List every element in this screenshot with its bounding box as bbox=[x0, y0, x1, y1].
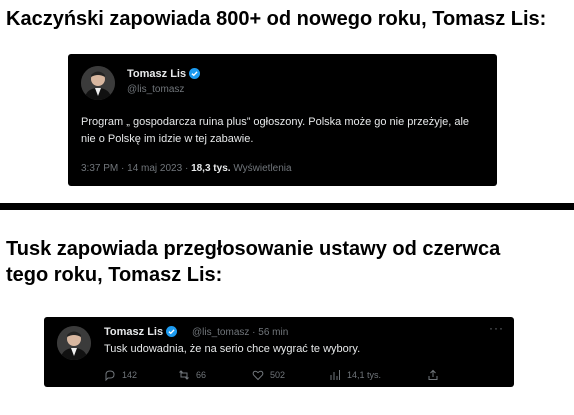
retweet-button[interactable]: 66 bbox=[178, 369, 206, 381]
divider bbox=[0, 203, 574, 210]
share-icon bbox=[428, 369, 438, 380]
views-count: 18,3 tys. bbox=[191, 163, 231, 174]
reply-icon bbox=[105, 370, 115, 381]
verified-badge-icon bbox=[189, 68, 201, 79]
author-name-text[interactable]: Tomasz Lis bbox=[127, 68, 186, 80]
avatar[interactable] bbox=[81, 66, 115, 100]
like-icon bbox=[252, 370, 264, 381]
tweet-text: Program „ gospodarcza ruina plus” ogłosz… bbox=[81, 116, 470, 145]
like-button[interactable]: 502 bbox=[252, 369, 285, 381]
tweet-time[interactable]: 3:37 PM · 14 maj 2023 · bbox=[81, 163, 188, 174]
more-options-button[interactable]: ··· bbox=[489, 321, 504, 335]
retweet-icon bbox=[179, 370, 189, 380]
views-icon bbox=[330, 370, 340, 380]
author-name[interactable]: Tomasz Lis bbox=[127, 68, 201, 80]
heading-kaczynski: Kaczyński zapowiada 800+ od nowego roku,… bbox=[6, 8, 547, 30]
reply-count: 142 bbox=[122, 370, 138, 380]
tweet-meta: 3:37 PM · 14 maj 2023 · 18,3 tys. Wyświe… bbox=[81, 163, 292, 174]
tweet-card-1[interactable]: Tomasz Lis @lis_tomasz Program „ gospoda… bbox=[68, 54, 497, 186]
tweet-text: Tusk udowadnia, że na serio chce wygrać … bbox=[104, 343, 361, 355]
avatar[interactable] bbox=[57, 326, 91, 360]
tweet-card-2[interactable]: Tomasz Lis @lis_tomasz · 56 min ··· Tusk… bbox=[44, 317, 514, 387]
tweet-actions: 142 66 502 14,1 tys. bbox=[104, 369, 504, 383]
views-label: Wyświetlenia bbox=[233, 163, 292, 174]
retweet-count: 66 bbox=[196, 370, 207, 380]
verified-badge-icon bbox=[166, 326, 178, 337]
heading-tusk: Tusk zapowiada przegłosowanie ustawy od … bbox=[6, 238, 501, 286]
reply-button[interactable]: 142 bbox=[104, 369, 137, 381]
author-name[interactable]: Tomasz Lis bbox=[104, 326, 178, 338]
author-handle[interactable]: @lis_tomasz bbox=[127, 84, 184, 95]
author-name-text[interactable]: Tomasz Lis bbox=[104, 326, 163, 338]
views-count: 14,1 tys. bbox=[347, 370, 382, 380]
share-button[interactable] bbox=[427, 369, 439, 381]
views-button[interactable]: 14,1 tys. bbox=[329, 369, 381, 381]
like-count: 502 bbox=[270, 370, 286, 380]
author-handle-time[interactable]: @lis_tomasz · 56 min bbox=[192, 327, 288, 338]
